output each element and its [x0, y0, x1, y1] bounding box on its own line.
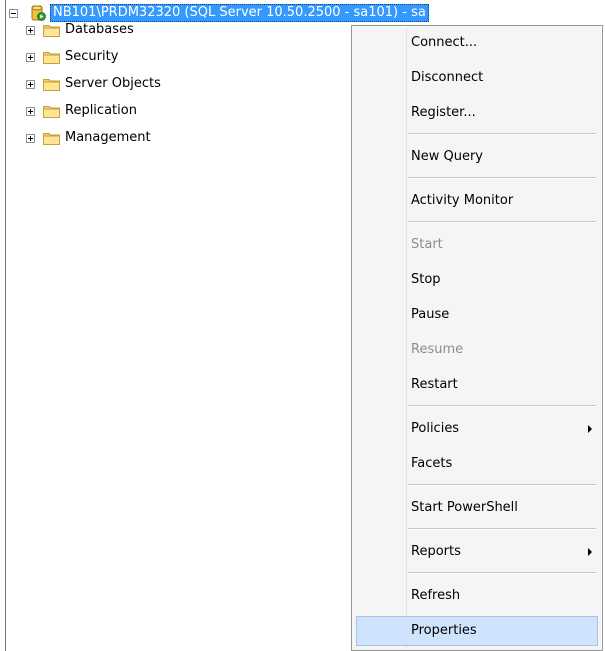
menu-item-label: Refresh	[411, 588, 461, 603]
tree-node-management[interactable]: Management	[26, 128, 151, 148]
menu-item-stop[interactable]: Stop	[356, 265, 598, 295]
menu-item-facets[interactable]: Facets	[356, 449, 598, 479]
menu-item-pause[interactable]: Pause	[356, 300, 598, 330]
menu-item-start-powershell[interactable]: Start PowerShell	[356, 493, 598, 523]
context-menu: Connect... Disconnect Register... New Qu…	[351, 25, 603, 651]
folder-icon	[43, 133, 60, 145]
tree-node-label[interactable]: Replication	[65, 103, 137, 119]
tree-node-server-objects[interactable]: Server Objects	[26, 74, 161, 94]
menu-item-register[interactable]: Register...	[356, 98, 598, 128]
menu-item-label: Disconnect	[411, 70, 484, 85]
folder-icon	[43, 25, 60, 37]
expand-icon[interactable]	[26, 79, 35, 89]
tree-node-label[interactable]: Security	[65, 49, 118, 65]
menu-item-label: Reports	[411, 544, 461, 559]
menu-item-reports[interactable]: Reports	[356, 537, 598, 567]
menu-item-label: Facets	[411, 456, 453, 471]
tree-node-label[interactable]: Server Objects	[65, 76, 161, 92]
tree-node-label[interactable]: Management	[65, 130, 151, 146]
menu-item-label: New Query	[411, 149, 483, 164]
server-icon	[31, 5, 46, 21]
folder-icon	[43, 106, 60, 118]
menu-item-label: Register...	[411, 105, 476, 120]
menu-item-new-query[interactable]: New Query	[356, 142, 598, 172]
menu-separator	[408, 405, 596, 407]
tree-node-replication[interactable]: Replication	[26, 101, 137, 121]
menu-item-refresh[interactable]: Refresh	[356, 581, 598, 611]
menu-separator	[408, 177, 596, 179]
menu-item-label: Restart	[411, 377, 458, 392]
menu-separator	[408, 528, 596, 530]
menu-separator	[408, 221, 596, 223]
menu-item-label: Properties	[411, 623, 477, 638]
menu-item-disconnect[interactable]: Disconnect	[356, 63, 598, 93]
tree-node-label[interactable]: Databases	[65, 22, 134, 38]
menu-separator	[408, 133, 596, 135]
menu-item-connect[interactable]: Connect...	[356, 28, 598, 58]
menu-item-label: Start PowerShell	[411, 500, 518, 515]
tree-node-databases[interactable]: Databases	[26, 20, 134, 40]
expand-icon[interactable]	[26, 106, 35, 116]
menu-item-label: Start	[411, 237, 443, 252]
folder-icon	[43, 79, 60, 91]
expand-icon[interactable]	[26, 25, 35, 35]
expand-icon[interactable]	[26, 52, 35, 62]
menu-item-label: Policies	[411, 421, 460, 436]
submenu-arrow-icon	[588, 425, 592, 433]
menu-item-label: Connect...	[411, 35, 478, 50]
collapse-icon[interactable]	[9, 8, 18, 18]
menu-item-label: Activity Monitor	[411, 193, 514, 208]
menu-separator	[408, 484, 596, 486]
submenu-arrow-icon	[588, 548, 592, 556]
menu-item-label: Resume	[411, 342, 464, 357]
menu-item-start: Start	[356, 230, 598, 260]
menu-item-properties[interactable]: Properties	[356, 616, 598, 646]
menu-separator	[408, 572, 596, 574]
menu-item-label: Stop	[411, 272, 441, 287]
menu-item-restart[interactable]: Restart	[356, 370, 598, 400]
menu-item-activity-monitor[interactable]: Activity Monitor	[356, 186, 598, 216]
menu-item-label: Pause	[411, 307, 450, 322]
menu-item-resume: Resume	[356, 335, 598, 365]
folder-icon	[43, 52, 60, 64]
menu-item-policies[interactable]: Policies	[356, 414, 598, 444]
expand-icon[interactable]	[26, 133, 35, 143]
tree-node-security[interactable]: Security	[26, 47, 118, 67]
